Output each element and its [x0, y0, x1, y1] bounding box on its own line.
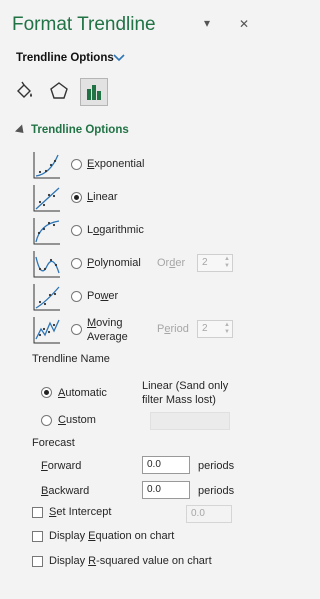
- section-title[interactable]: Trendline Options: [31, 124, 129, 136]
- automatic-name-value: Linear (Sand only filter Mass lost): [142, 380, 229, 406]
- forecast-heading: Forecast: [32, 437, 75, 449]
- backward-unit: periods: [198, 485, 235, 497]
- bar-chart-icon: [87, 85, 101, 100]
- fill-line-tab[interactable]: [12, 78, 38, 104]
- automatic-name-radio[interactable]: [41, 387, 52, 398]
- order-spinner: 2 ▲ ▼: [197, 254, 233, 272]
- set-intercept-checkbox[interactable]: [32, 507, 43, 518]
- close-icon[interactable]: ✕: [239, 17, 249, 31]
- custom-name-input: [150, 412, 230, 430]
- logarithmic-thumbnail-icon: [33, 218, 60, 245]
- polynomial-label[interactable]: Polynomial: [87, 257, 141, 269]
- forward-unit: periods: [198, 460, 235, 472]
- pentagon-icon: [50, 82, 68, 99]
- display-r-squared-label[interactable]: Display R-squared value on chart: [49, 555, 212, 567]
- linear-radio[interactable]: [71, 192, 82, 203]
- exponential-label[interactable]: Exponential: [87, 158, 145, 170]
- effects-tab[interactable]: [46, 78, 72, 104]
- moving-average-label[interactable]: Moving Average: [87, 316, 128, 344]
- display-r-squared-checkbox[interactable]: [32, 556, 43, 567]
- exponential-thumbnail-icon: [33, 152, 60, 179]
- logarithmic-radio[interactable]: [71, 225, 82, 236]
- trendline-name-heading: Trendline Name: [32, 353, 110, 365]
- chevron-down-icon[interactable]: ▾: [204, 16, 210, 30]
- pane-title: Format Trendline: [12, 14, 156, 35]
- chevron-down-icon[interactable]: [113, 53, 125, 63]
- moving-average-radio[interactable]: [71, 324, 82, 335]
- intercept-input: 0.0: [186, 505, 232, 523]
- custom-label[interactable]: Custom: [58, 414, 96, 426]
- forward-label: Forward: [41, 460, 82, 472]
- custom-name-radio[interactable]: [41, 415, 52, 426]
- forward-input[interactable]: 0.0: [142, 456, 190, 474]
- linear-label[interactable]: Linear: [87, 191, 118, 203]
- linear-thumbnail-icon: [33, 185, 60, 212]
- order-label: Order: [157, 257, 186, 269]
- display-equation-checkbox[interactable]: [32, 531, 43, 542]
- backward-input[interactable]: 0.0: [142, 481, 190, 499]
- power-radio[interactable]: [71, 291, 82, 302]
- automatic-label[interactable]: Automatic: [58, 387, 107, 399]
- display-equation-label[interactable]: Display Equation on chart: [49, 530, 174, 542]
- period-label: Period: [157, 323, 189, 335]
- logarithmic-label[interactable]: Logarithmic: [87, 224, 144, 236]
- collapse-triangle-icon[interactable]: [14, 124, 28, 137]
- power-thumbnail-icon: [33, 284, 60, 311]
- exponential-radio[interactable]: [71, 159, 82, 170]
- period-spinner: 2 ▲ ▼: [197, 320, 233, 338]
- backward-label: Backward: [41, 485, 90, 497]
- power-label[interactable]: Power: [87, 290, 118, 302]
- trendline-options-tab[interactable]: [80, 78, 108, 106]
- options-dropdown-label[interactable]: Trendline Options: [16, 52, 114, 64]
- set-intercept-label[interactable]: Set Intercept: [49, 506, 111, 518]
- paint-bucket-icon: [17, 81, 32, 98]
- polynomial-thumbnail-icon: [33, 251, 60, 278]
- polynomial-radio[interactable]: [71, 258, 82, 269]
- moving-average-thumbnail-icon: [33, 317, 60, 344]
